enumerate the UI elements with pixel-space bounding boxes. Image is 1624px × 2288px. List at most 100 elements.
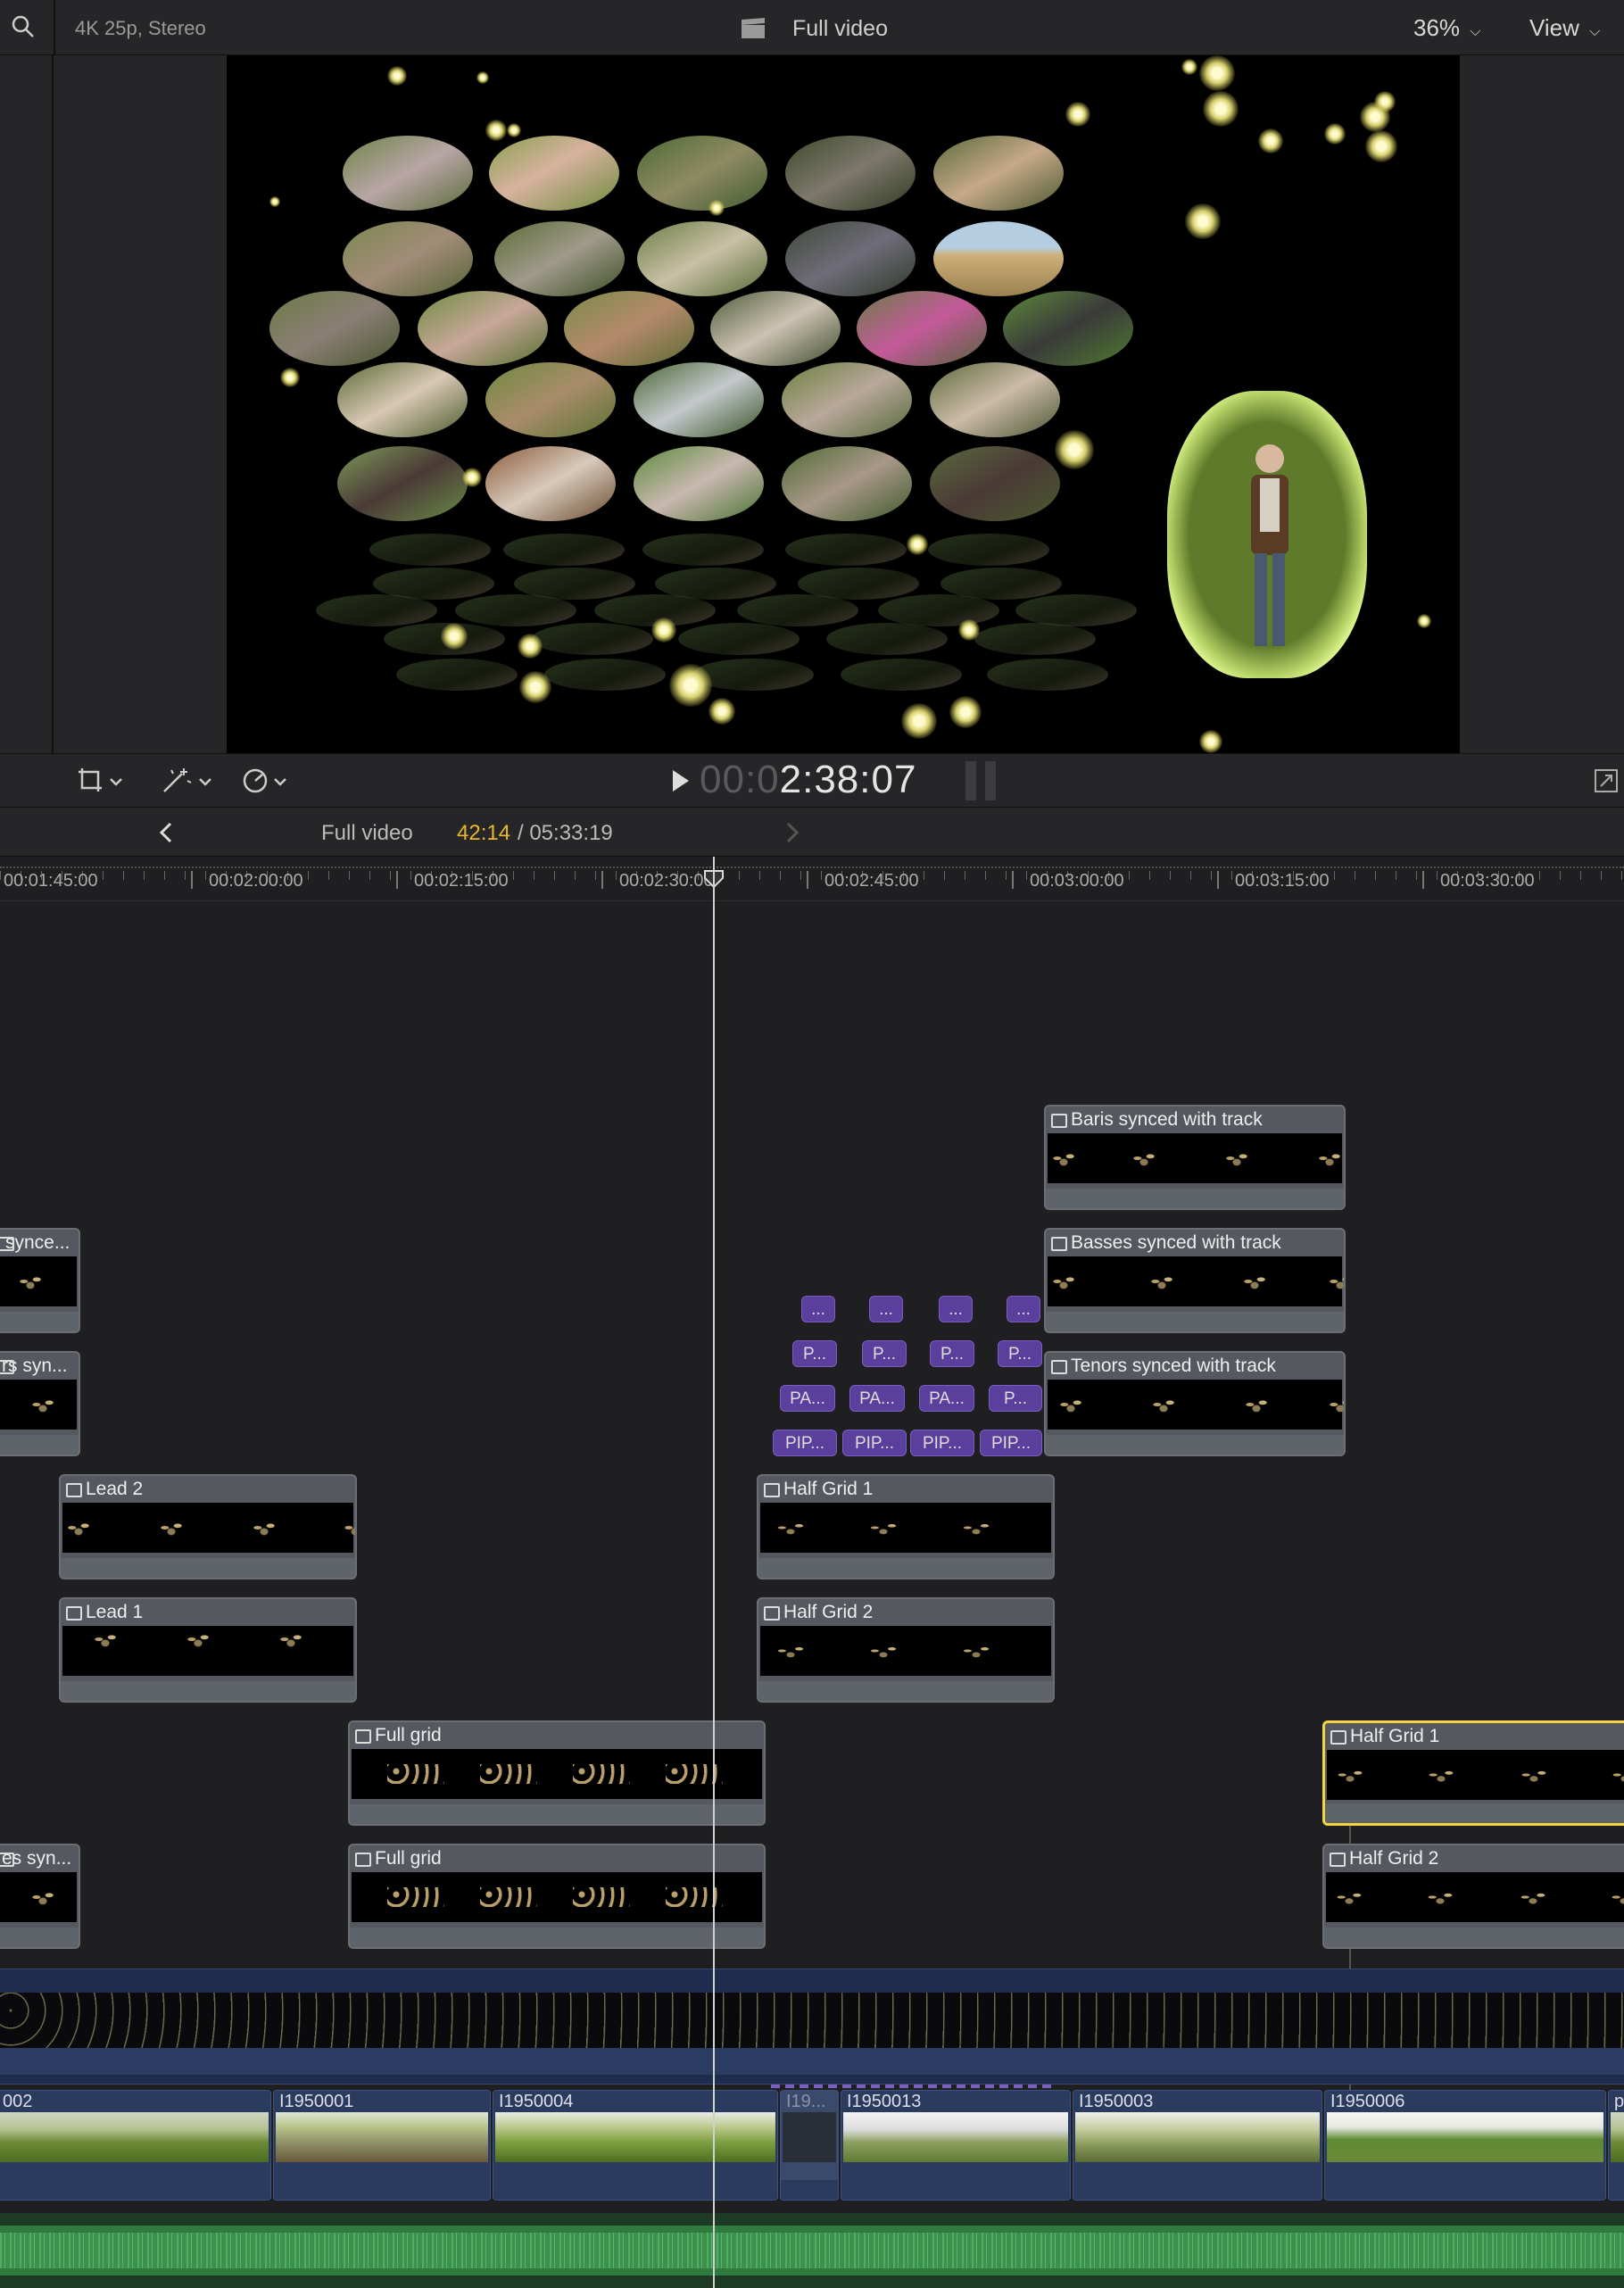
pip-marker[interactable]: PIP... — [842, 1430, 907, 1456]
light-orb — [1199, 730, 1222, 753]
storyline-clip[interactable]: I1950001 — [273, 2090, 491, 2201]
video-tile — [710, 291, 841, 366]
clip-filmstrip — [1048, 1256, 1344, 1306]
background-clip[interactable] — [0, 1969, 1624, 2085]
pip-marker[interactable]: ... — [869, 1296, 903, 1322]
pip-marker[interactable]: PA... — [780, 1385, 835, 1412]
viewer-left-panel — [0, 55, 54, 753]
storyline-thumbnail — [1327, 2112, 1603, 2162]
pip-marker[interactable]: ... — [1007, 1296, 1040, 1322]
clip-audio — [61, 1558, 355, 1578]
clip-half-grid-1[interactable]: Half Grid 1 — [757, 1474, 1055, 1579]
pip-marker[interactable]: P... — [998, 1340, 1042, 1367]
clip-tenors[interactable]: Tenors synced with track — [1044, 1351, 1346, 1456]
clip-title: Half Grid 2 — [758, 1599, 1053, 1626]
storyline-clip[interactable]: I1950006 — [1324, 2090, 1606, 2201]
timecode-display[interactable]: 00:02:38:07 — [700, 758, 916, 802]
crop-icon[interactable] — [77, 767, 123, 795]
storyline-clip[interactable]: I1950013 — [841, 2090, 1071, 2201]
playhead-line[interactable] — [713, 857, 715, 2288]
pip-marker[interactable]: P... — [862, 1340, 907, 1367]
pip-marker[interactable]: P... — [930, 1340, 974, 1367]
video-tile — [857, 291, 987, 366]
clip-title: Full grid — [350, 1722, 764, 1749]
viewer-letterbox-left — [54, 55, 227, 753]
pip-marker[interactable]: ... — [801, 1296, 835, 1322]
light-orb — [1199, 55, 1235, 91]
clip-full-grid[interactable]: Full grid — [348, 1844, 766, 1949]
video-tile — [930, 362, 1060, 437]
fullscreen-icon[interactable] — [1594, 767, 1619, 795]
play-button[interactable] — [671, 768, 691, 793]
storyline-clip-title: I1950003 — [1079, 2092, 1154, 2111]
enhance-wand-icon[interactable] — [161, 767, 214, 795]
pip-marker[interactable]: PA... — [849, 1385, 905, 1412]
pip-marker[interactable]: PIP... — [910, 1430, 974, 1456]
clip-audio — [1046, 1312, 1344, 1331]
storyline-thumbnail — [843, 2112, 1068, 2162]
clip-half-grid-2[interactable]: Half Grid 2 — [757, 1597, 1055, 1703]
clip-left-rs-syn[interactable]: rs syn... — [0, 1351, 80, 1456]
particle-strip — [0, 1993, 1624, 2048]
back-arrow-icon[interactable] — [157, 820, 175, 845]
clip-audio — [0, 1435, 79, 1455]
music-track[interactable] — [0, 2213, 1624, 2288]
clip-filmstrip — [1048, 1380, 1344, 1430]
light-orb — [708, 698, 735, 725]
storyline-clip[interactable]: I1950003 — [1073, 2090, 1322, 2201]
storyline-clip-title: I19... — [786, 2092, 826, 2111]
clip-audio — [1324, 1927, 1624, 1947]
light-orb — [1365, 130, 1397, 162]
clip-left-es-syn[interactable]: es syn... — [0, 1844, 80, 1949]
view-menu[interactable]: View ⌵ — [1529, 14, 1600, 42]
clip-full-grid[interactable]: Full grid — [348, 1720, 766, 1826]
storyline-audio — [274, 2180, 490, 2200]
forward-arrow-icon[interactable] — [783, 820, 801, 845]
clip-audio — [1046, 1435, 1344, 1455]
clip-half-grid-2-right[interactable]: Half Grid 2 — [1322, 1844, 1624, 1949]
zoom-menu[interactable]: 36% ⌵ — [1413, 14, 1480, 42]
clip-title: Basses synced with track — [1046, 1230, 1344, 1256]
light-orb — [708, 200, 725, 216]
clip-half-grid-1-selected[interactable]: Half Grid 1 — [1322, 1720, 1624, 1826]
light-orb — [1258, 128, 1283, 153]
storyline-thumbnail — [495, 2112, 775, 2162]
clip-lead-2[interactable]: Lead 2 — [59, 1474, 357, 1579]
clip-filmstrip — [1327, 1750, 1624, 1800]
search-icon[interactable] — [11, 14, 36, 39]
storyline-clip[interactable]: I1950004 — [493, 2090, 778, 2201]
storyline-clip[interactable]: 002 — [0, 2090, 271, 2201]
clip-title: Lead 1 — [61, 1599, 355, 1626]
light-orb — [462, 468, 482, 487]
clip-filmstrip — [1048, 1133, 1344, 1183]
pip-marker[interactable]: P... — [792, 1340, 837, 1367]
pip-marker[interactable]: PIP... — [980, 1430, 1042, 1456]
speed-gauge-icon[interactable] — [241, 767, 294, 795]
video-tile-reflection — [642, 534, 764, 566]
video-tile — [1003, 291, 1133, 366]
storyline-audio — [1325, 2180, 1605, 2200]
pip-marker[interactable]: PIP... — [773, 1430, 837, 1456]
clip-audio — [1046, 1189, 1344, 1208]
clapper-icon — [741, 18, 766, 39]
clip-basses[interactable]: Basses synced with track — [1044, 1228, 1346, 1333]
video-canvas[interactable] — [227, 55, 1460, 753]
storyline-clip[interactable]: p — [1608, 2090, 1624, 2201]
clip-baris[interactable]: Baris synced with track — [1044, 1105, 1346, 1210]
pip-marker[interactable]: ... — [939, 1296, 973, 1322]
pip-marker[interactable]: PA... — [919, 1385, 974, 1412]
clip-audio — [758, 1558, 1053, 1578]
light-orb — [476, 71, 489, 84]
video-tile-reflection — [928, 534, 1049, 566]
storyline-clip[interactable]: I19... — [780, 2090, 839, 2201]
clip-left-synce[interactable]: synce... — [0, 1228, 80, 1333]
clip-filmstrip — [760, 1626, 1051, 1676]
clip-title: Lead 2 — [61, 1476, 355, 1503]
storyline-audio — [841, 2180, 1070, 2200]
timeline-tracks[interactable]: Baris synced with track Basses synced wi… — [0, 857, 1624, 2288]
timeline-ruler[interactable]: 00:01:45:00 00:02:00:00 00:02:15:00 00:0… — [0, 857, 1624, 901]
clip-lead-1[interactable]: Lead 1 — [59, 1597, 357, 1703]
pip-marker[interactable]: P... — [989, 1385, 1042, 1412]
video-tile-reflection — [841, 659, 962, 691]
video-tile — [634, 362, 764, 437]
